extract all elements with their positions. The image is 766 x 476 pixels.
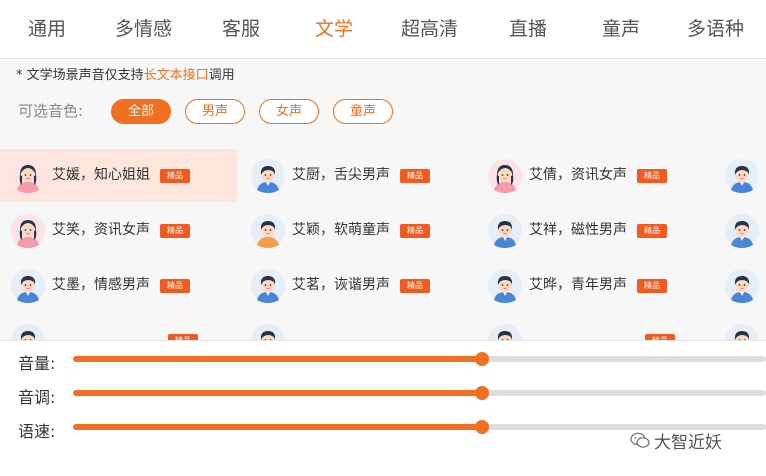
premium-badge: 精品 — [400, 169, 430, 183]
tab-4[interactable]: 超高清 — [401, 0, 458, 58]
premium-badge: 精品 — [637, 224, 667, 238]
male-avatar — [725, 159, 759, 193]
premium-badge: 精品 — [637, 279, 667, 293]
voice-list: 艾媛，知心姐姐 精品 艾厨，舌尖男声 精品 艾倩，资讯女声 精品 艾笑，资讯女声 精品 艾颖，软… — [0, 146, 766, 340]
premium-badge: 精品 — [160, 169, 190, 183]
voice-name: 艾颖，软萌童声 — [292, 222, 390, 238]
watermark-text: 大智近妖 — [654, 433, 722, 453]
slider-track[interactable] — [73, 386, 766, 400]
voice-item[interactable] — [714, 259, 766, 312]
tab-6[interactable]: 童声 — [602, 0, 640, 58]
voice-item[interactable] — [240, 314, 477, 340]
voice-name: 艾倩，资讯女声 — [529, 167, 627, 183]
slider-track[interactable] — [73, 352, 766, 366]
tab-1[interactable]: 多情感 — [115, 0, 172, 58]
voice-item[interactable]: 艾颖，软萌童声 精品 — [240, 204, 477, 257]
male-avatar — [488, 269, 522, 303]
voice-item[interactable]: 艾墨，情感男声 精品 — [0, 259, 237, 312]
female-avatar — [488, 159, 522, 193]
voice-item[interactable]: 艾厨，舌尖男声 精品 — [240, 149, 477, 202]
tab-5[interactable]: 直播 — [509, 0, 547, 58]
male-avatar — [725, 214, 759, 248]
tab-3[interactable]: 文学 — [315, 0, 353, 58]
female-avatar — [11, 159, 45, 193]
voice-item[interactable]: 艾笑，资讯女声 精品 — [0, 204, 237, 257]
filter-option-0[interactable]: 全部 — [111, 99, 171, 124]
premium-badge: 精品 — [160, 224, 190, 238]
male-avatar — [251, 324, 285, 340]
voice-item[interactable]: 精品 — [0, 314, 237, 340]
filter-option-1[interactable]: 男声 — [185, 99, 245, 124]
voice-name: 艾媛，知心姐姐 — [52, 167, 150, 183]
category-tabs: 通用 多情感 客服 文学 超高清 直播 童声 多语种 — [0, 0, 766, 59]
slider-fill — [73, 424, 482, 430]
slider-thumb[interactable] — [474, 352, 489, 366]
voice-item[interactable]: 艾茗，诙谐男声 精品 — [240, 259, 477, 312]
slider-thumb[interactable] — [474, 386, 489, 400]
voice-name: 艾厨，舌尖男声 — [292, 167, 390, 183]
tab-7[interactable]: 多语种 — [687, 0, 744, 58]
male-avatar — [11, 269, 45, 303]
premium-badge: 精品 — [160, 279, 190, 293]
slider-thumb[interactable] — [474, 420, 489, 434]
premium-badge: 精品 — [400, 224, 430, 238]
note-suffix: 调用 — [208, 68, 235, 83]
slider-fill — [73, 390, 482, 396]
voice-name: 艾祥，磁性男声 — [529, 222, 627, 238]
slider-label: 语速: — [18, 422, 56, 441]
slider-fill — [73, 356, 482, 362]
male-avatar — [725, 324, 759, 340]
wechat-icon — [630, 432, 650, 454]
voice-name: 艾笑，资讯女声 — [52, 222, 150, 238]
voice-item[interactable]: 艾祥，磁性男声 精品 — [477, 204, 714, 257]
male-avatar — [488, 324, 522, 340]
child-avatar — [251, 214, 285, 248]
voice-item[interactable]: 艾媛，知心姐姐 精品 — [0, 149, 237, 202]
premium-badge: 精品 — [400, 279, 430, 293]
male-avatar — [725, 269, 759, 303]
filter-option-2[interactable]: 女声 — [259, 99, 319, 124]
tab-0[interactable]: 通用 — [28, 0, 66, 58]
note-prefix: * 文学场景声音仅支持 — [16, 68, 144, 83]
female-avatar — [11, 214, 45, 248]
literature-note: * 文学场景声音仅支持长文本接口调用 — [16, 64, 235, 83]
settings-panel: 音量: 音调: 语速: — [0, 340, 766, 476]
voice-item[interactable] — [714, 204, 766, 257]
male-avatar — [251, 269, 285, 303]
slider-label: 音调: — [18, 388, 56, 407]
male-avatar — [251, 159, 285, 193]
voice-item[interactable]: 艾倩，资讯女声 精品 — [477, 149, 714, 202]
voice-item[interactable]: 精品 — [477, 314, 714, 340]
voice-filter-label: 可选音色: — [18, 102, 84, 120]
male-avatar — [488, 214, 522, 248]
voice-name: 艾晔，青年男声 — [529, 277, 627, 293]
voice-name: 艾墨，情感男声 — [52, 277, 150, 293]
filter-option-3[interactable]: 童声 — [333, 99, 393, 124]
tab-2[interactable]: 客服 — [222, 0, 260, 58]
voice-name: 艾茗，诙谐男声 — [292, 277, 390, 293]
premium-badge: 精品 — [637, 169, 667, 183]
watermark: 大智近妖 — [630, 428, 722, 454]
male-avatar — [11, 324, 45, 340]
long-text-api-link[interactable]: 长文本接口 — [144, 68, 209, 83]
voice-item[interactable]: 艾晔，青年男声 精品 — [477, 259, 714, 312]
slider-label: 音量: — [18, 354, 56, 373]
voice-item[interactable] — [714, 149, 766, 202]
voice-item[interactable] — [714, 314, 766, 340]
